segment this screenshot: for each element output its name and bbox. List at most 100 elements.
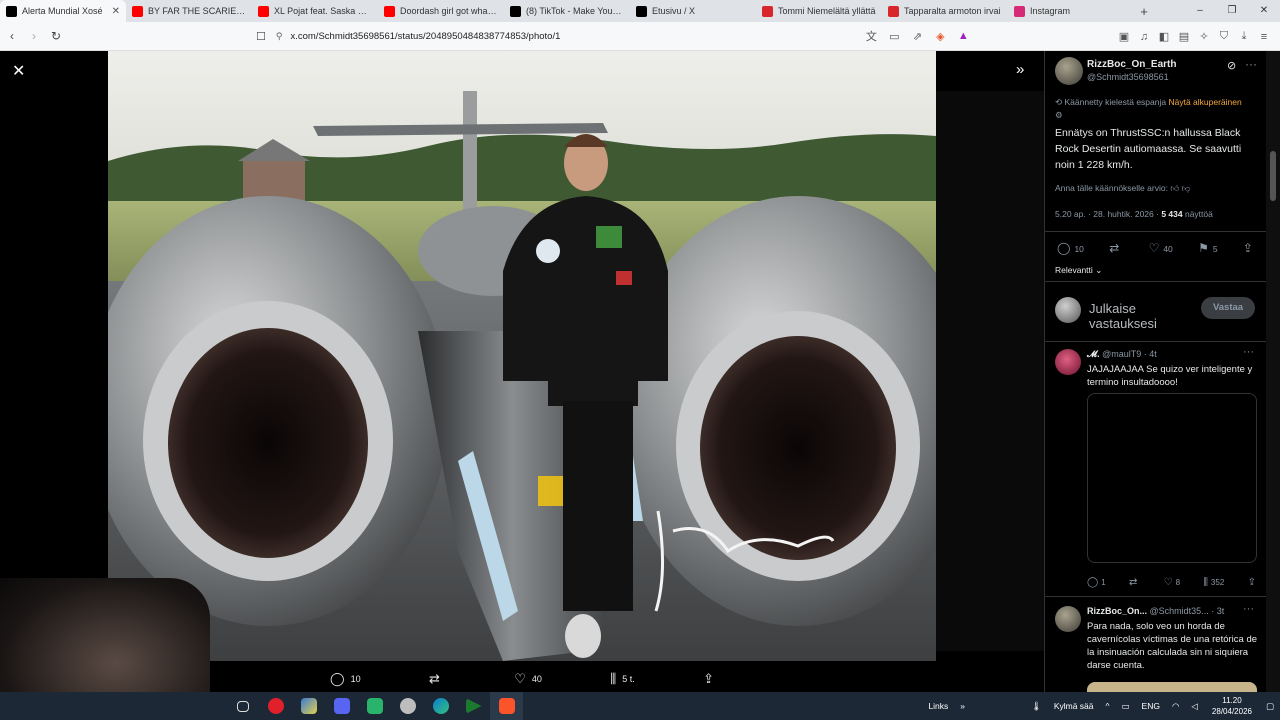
- notifications-icon[interactable]: ▢: [1266, 701, 1274, 712]
- browser-tab[interactable]: Etusivu / X: [630, 0, 756, 22]
- app-icon[interactable]: [292, 692, 325, 720]
- bookmark-icon[interactable]: ☐: [256, 30, 266, 43]
- address-bar[interactable]: ⚲ x.com/Schmidt35698561/status/204895048…: [276, 26, 856, 46]
- chevron-right-icon[interactable]: »: [960, 701, 965, 711]
- reply-author-name[interactable]: 𝓜.: [1087, 349, 1100, 359]
- reply-input[interactable]: Julkaise vastauksesi: [1089, 301, 1189, 329]
- language-indicator[interactable]: ENG: [1142, 701, 1160, 711]
- wifi-icon[interactable]: ◠: [1172, 701, 1179, 712]
- repost-button[interactable]: ⇄: [429, 671, 446, 687]
- volume-icon[interactable]: ◁: [1191, 701, 1198, 712]
- sort-replies[interactable]: Relevantti ⌄: [1055, 265, 1102, 276]
- split-view-icon[interactable]: ◧: [1154, 30, 1174, 43]
- close-tab-icon[interactable]: ✕: [112, 6, 120, 17]
- weather-label[interactable]: Kylmä sää: [1054, 701, 1094, 711]
- back-icon[interactable]: ‹: [2, 29, 22, 43]
- views-button[interactable]: ⫼ 352: [1203, 577, 1224, 588]
- reply-media[interactable]: [1087, 393, 1257, 563]
- scrollbar-thumb[interactable]: [1270, 151, 1276, 201]
- maximize-button[interactable]: ❐: [1216, 0, 1248, 22]
- thumbs-down-icon[interactable]: 👎︎: [1182, 183, 1191, 193]
- author-handle[interactable]: @Schmidt35698561: [1087, 72, 1169, 82]
- more-options-icon[interactable]: ···: [1243, 346, 1254, 358]
- brave-icon[interactable]: [490, 692, 523, 720]
- task-view-icon[interactable]: [226, 692, 259, 720]
- reply-button[interactable]: ◯ 10: [1057, 241, 1084, 255]
- weather-icon[interactable]: 🌡︎: [1031, 701, 1042, 712]
- bookmark-button[interactable]: ⚑ 5: [1198, 241, 1218, 255]
- settings-gear-icon[interactable]: ⚙: [1055, 110, 1265, 121]
- chevron-up-icon[interactable]: ^: [1106, 701, 1110, 711]
- close-icon[interactable]: ✕: [12, 61, 25, 81]
- share-button[interactable]: ⇪: [1248, 577, 1259, 588]
- browser-tab[interactable]: Instagram: [1008, 0, 1134, 22]
- show-original-link[interactable]: Näytä alkuperäinen: [1168, 97, 1241, 107]
- more-options-icon[interactable]: ···: [1243, 603, 1254, 615]
- opera-icon[interactable]: [259, 692, 292, 720]
- reply-author-name[interactable]: RizzBoc_On...: [1087, 606, 1147, 616]
- cast-icon[interactable]: ▭: [883, 30, 906, 43]
- close-window-button[interactable]: ✕: [1248, 0, 1280, 22]
- translate-icon[interactable]: 文: [860, 28, 883, 44]
- extensions-icon[interactable]: ✧: [1194, 30, 1214, 43]
- edge-icon[interactable]: [424, 692, 457, 720]
- download-icon[interactable]: ⤓: [1234, 30, 1254, 43]
- discord-icon[interactable]: [325, 692, 358, 720]
- reply-author[interactable]: 𝓜. @maulT9 · 4t: [1087, 349, 1157, 360]
- reply-item[interactable]: RizzBoc_On... @Schmidt35... · 3t ··· Par…: [1055, 603, 1260, 692]
- avatar[interactable]: [1055, 349, 1081, 375]
- reply-button[interactable]: ◯ 1: [1087, 577, 1106, 588]
- repost-button[interactable]: ⇄: [1109, 241, 1123, 255]
- avatar[interactable]: [1055, 57, 1083, 85]
- menu-icon[interactable]: ≡: [1254, 31, 1274, 43]
- sort-label[interactable]: Relevantti: [1055, 265, 1093, 275]
- browser-tab[interactable]: BY FAR THE SCARIEST GAME: [126, 0, 252, 22]
- media-player-icon[interactable]: [457, 692, 490, 720]
- browser-tab[interactable]: Tapparalta armoton irvai: [882, 0, 1008, 22]
- grok-icon[interactable]: ⊘: [1227, 59, 1236, 72]
- wallet-icon[interactable]: ▤: [1174, 30, 1194, 43]
- media-icon[interactable]: ♫: [1134, 31, 1154, 43]
- network-icon[interactable]: ▭: [1122, 701, 1130, 712]
- sidebar-toggle-icon[interactable]: ▣: [1114, 30, 1134, 43]
- clock[interactable]: 11.20 28/04/2026: [1212, 695, 1252, 717]
- share-button[interactable]: ⇪: [1243, 241, 1257, 255]
- reload-icon[interactable]: ↻: [46, 29, 66, 43]
- reply-submit-button[interactable]: Vastaa: [1201, 297, 1255, 319]
- like-button[interactable]: ♡ 8: [1164, 577, 1180, 588]
- author-name[interactable]: RizzBoc_On_Earth: [1087, 59, 1176, 70]
- reply-item[interactable]: 𝓜. @maulT9 · 4t ··· JAJAJAAJAA Se quizo …: [1055, 346, 1260, 599]
- browser-tab[interactable]: XL Pojat feat. Saska Nyman: [252, 0, 378, 22]
- scrollbar[interactable]: [1266, 51, 1280, 692]
- shield-app-icon[interactable]: [391, 692, 424, 720]
- new-tab-button[interactable]: +: [1134, 4, 1154, 19]
- browser-tab[interactable]: Alerta Mundial Xosé ✕: [0, 0, 126, 22]
- share-page-icon[interactable]: ⇗: [906, 30, 929, 43]
- views-button[interactable]: ⫼ 5 t.: [610, 671, 635, 687]
- vpn-icon[interactable]: ⛉: [1214, 30, 1234, 43]
- collapse-panel-icon[interactable]: »: [1016, 61, 1024, 78]
- game-app-icon[interactable]: [358, 692, 391, 720]
- more-options-icon[interactable]: ···: [1245, 57, 1257, 71]
- url-text[interactable]: x.com/Schmidt35698561/status/20489504848…: [290, 31, 560, 42]
- browser-tab[interactable]: Tommi Niemelältä yllättä: [756, 0, 882, 22]
- repost-button[interactable]: ⇄: [1129, 577, 1140, 588]
- like-button[interactable]: ♡ 40: [1149, 241, 1173, 255]
- site-info-icon[interactable]: ⚲: [276, 31, 283, 42]
- share-button[interactable]: ⇪: [703, 671, 720, 687]
- minimize-button[interactable]: –: [1184, 0, 1216, 22]
- avatar[interactable]: [1055, 606, 1081, 632]
- reply-button[interactable]: ◯ 10: [330, 671, 361, 687]
- brave-rewards-icon[interactable]: ▲: [952, 30, 975, 42]
- browser-tab[interactable]: Doordash girl got what she: [378, 0, 504, 22]
- links-toolbar[interactable]: Links: [928, 701, 948, 711]
- thumbs-up-icon[interactable]: 👍︎: [1170, 183, 1179, 193]
- browser-tab[interactable]: (8) TikTok - Make Your Day: [504, 0, 630, 22]
- post-photo[interactable]: [108, 51, 936, 661]
- reply-media[interactable]: [1087, 682, 1257, 692]
- like-button[interactable]: ♡ 40: [514, 671, 542, 687]
- reply-handle[interactable]: @maulT9 · 4t: [1102, 349, 1157, 359]
- post-time[interactable]: 5.20 ap. · 28. huhtik. 2026 ·: [1055, 209, 1161, 219]
- brave-shield-icon[interactable]: ◈: [929, 30, 952, 43]
- reply-handle[interactable]: @Schmidt35... · 3t: [1150, 606, 1225, 616]
